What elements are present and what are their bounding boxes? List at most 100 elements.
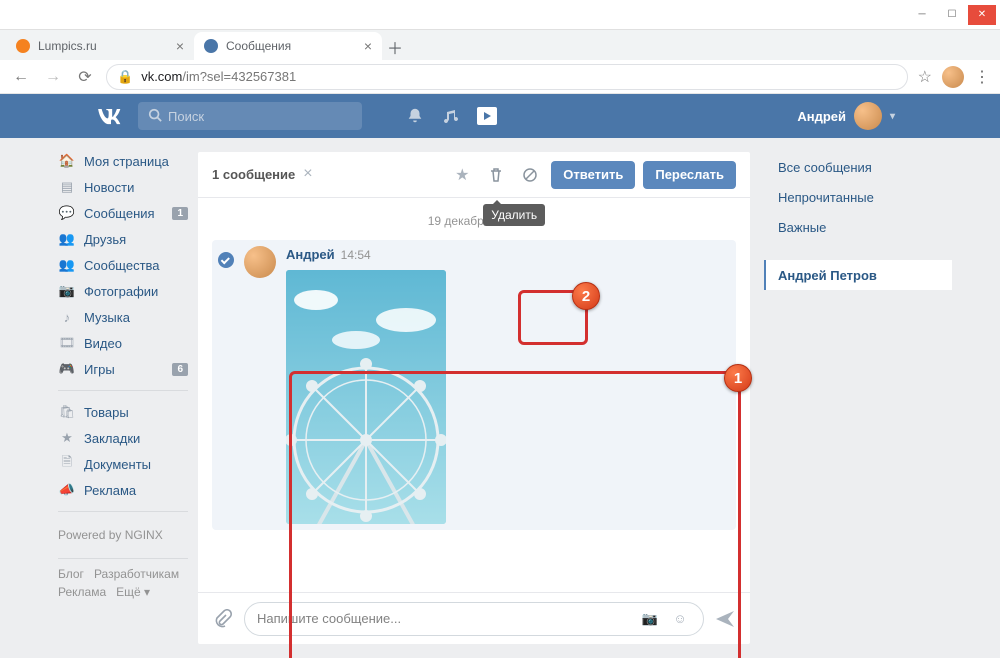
- avatar-icon: [854, 102, 882, 130]
- nav-item-bookmarks[interactable]: ★Закладки: [52, 425, 194, 451]
- emoji-icon[interactable]: ☺: [669, 608, 691, 630]
- footer-link[interactable]: Разработчикам: [94, 567, 179, 581]
- nav-label: Игры: [84, 362, 115, 377]
- annotation-marker-2: 2: [572, 282, 600, 310]
- vk-user-menu[interactable]: Андрей ▾: [797, 102, 900, 130]
- megaphone-icon: 📣: [58, 481, 76, 499]
- nav-item-messages[interactable]: 💬Сообщения1: [52, 200, 194, 226]
- community-icon: 👥: [58, 256, 76, 274]
- news-icon: ▤: [58, 178, 76, 196]
- nav-label: Музыка: [84, 310, 130, 325]
- nav-label: Товары: [84, 405, 129, 420]
- nav-item-friends[interactable]: 👥 Друзья: [52, 226, 194, 252]
- nav-item-my-page[interactable]: 🏠Моя страница: [52, 148, 194, 174]
- star-icon[interactable]: ☆: [918, 67, 932, 87]
- video-icon: 🎞: [58, 334, 76, 352]
- forward-button[interactable]: Переслать: [643, 161, 736, 189]
- filter-important[interactable]: Важные: [764, 212, 952, 242]
- favicon-icon: [16, 39, 30, 53]
- vk-header: Поиск Андрей ▾: [0, 94, 1000, 138]
- nav-label: Реклама: [84, 483, 136, 498]
- selected-checkmark-icon[interactable]: [218, 252, 234, 268]
- nav-item-communities[interactable]: 👥Сообщества: [52, 252, 194, 278]
- footer-link[interactable]: Блог: [58, 567, 84, 581]
- nav-label: Моя страница: [84, 154, 169, 169]
- filter-all[interactable]: Все сообщения: [764, 152, 952, 182]
- vk-search-input[interactable]: Поиск: [138, 102, 362, 130]
- nav-label: Видео: [84, 336, 122, 351]
- nav-item-docs[interactable]: 🗎 Документы: [52, 451, 194, 477]
- delete-action-icon[interactable]: Удалить: [483, 162, 509, 188]
- vk-logo-icon[interactable]: [96, 101, 126, 131]
- send-icon[interactable]: [714, 608, 736, 630]
- close-window-button[interactable]: ✕: [968, 5, 996, 25]
- nav-item-music[interactable]: ♪Музыка: [52, 304, 194, 330]
- browser-tab[interactable]: Сообщения ×: [194, 32, 382, 60]
- footer-link[interactable]: Реклама: [58, 585, 106, 599]
- play-button-icon[interactable]: [472, 101, 502, 131]
- forward-button[interactable]: →: [42, 66, 64, 88]
- address-bar[interactable]: 🔒 vk.com/im?sel=432567381: [106, 64, 908, 90]
- chat-body: 19 декабря 2018 Андрей14:54: [198, 198, 750, 592]
- notifications-icon[interactable]: [400, 101, 430, 131]
- right-column: Все сообщения Непрочитанные Важные Андре…: [764, 152, 952, 658]
- url-host: vk.com: [141, 69, 182, 84]
- delete-tooltip: Удалить: [483, 204, 545, 226]
- nav-label: Документы: [84, 457, 151, 472]
- new-tab-button[interactable]: ＋: [382, 34, 408, 60]
- nav-label: Новости: [84, 180, 134, 195]
- music-icon[interactable]: [436, 101, 466, 131]
- message-row[interactable]: Андрей 14:54: [212, 240, 736, 530]
- docs-icon: 🗎: [58, 455, 76, 473]
- maximize-button[interactable]: ☐: [938, 5, 966, 25]
- close-tab-icon[interactable]: ×: [176, 38, 184, 54]
- attached-image[interactable]: [286, 270, 446, 524]
- nav-label: Сообщения: [84, 206, 155, 221]
- lock-icon: 🔒: [117, 69, 133, 85]
- nav-label: Друзья: [84, 232, 126, 247]
- profile-avatar-icon[interactable]: [942, 66, 964, 88]
- market-icon: 🛍: [58, 403, 76, 421]
- nav-item-games[interactable]: 🎮 Игры 6: [52, 356, 194, 382]
- message-author[interactable]: Андрей: [286, 247, 335, 262]
- badge: 6: [172, 363, 188, 376]
- attach-icon[interactable]: [212, 608, 234, 630]
- spam-action-icon[interactable]: [517, 162, 543, 188]
- nav-label: Фотографии: [84, 284, 158, 299]
- compose-input[interactable]: Напишите сообщение... 📷 ☺: [244, 602, 704, 636]
- back-button[interactable]: ←: [10, 66, 32, 88]
- nav-item-video[interactable]: 🎞 Видео: [52, 330, 194, 356]
- clear-selection-icon[interactable]: ×: [303, 165, 312, 183]
- footer-links: Блог Разработчикам Реклама Ещё ▾: [52, 567, 194, 599]
- footer-link[interactable]: Ещё ▾: [116, 585, 150, 599]
- compose-bar: Напишите сообщение... 📷 ☺: [198, 592, 750, 644]
- selection-count: 1 сообщение: [212, 167, 295, 182]
- badge: 1: [172, 207, 188, 220]
- minimize-button[interactable]: ─: [908, 5, 936, 25]
- nav-item-market[interactable]: 🛍 Товары: [52, 399, 194, 425]
- menu-icon[interactable]: ⋮: [974, 67, 990, 87]
- tab-label: Сообщения: [226, 39, 291, 53]
- browser-tab[interactable]: Lumpics.ru ×: [6, 32, 194, 60]
- photo-icon[interactable]: 📷: [639, 608, 661, 630]
- friends-icon: 👥: [58, 230, 76, 248]
- filter-unread[interactable]: Непрочитанные: [764, 182, 952, 212]
- powered-by-text: Powered by NGINX: [52, 520, 194, 550]
- games-icon: 🎮: [58, 360, 76, 378]
- nav-item-photos[interactable]: 📷Фотографии: [52, 278, 194, 304]
- reload-button[interactable]: ⟳: [74, 66, 96, 88]
- nav-label: Закладки: [84, 431, 140, 446]
- search-placeholder: Поиск: [168, 109, 204, 124]
- nav-item-news[interactable]: ▤ Новости: [52, 174, 194, 200]
- nav-item-ads[interactable]: 📣 Реклама: [52, 477, 194, 503]
- browser-tabstrip: Lumpics.ru × Сообщения × ＋: [0, 30, 1000, 60]
- browser-toolbar: ← → ⟳ 🔒 vk.com/im?sel=432567381 ☆ ⋮: [0, 60, 1000, 94]
- message-time: 14:54: [341, 248, 371, 262]
- avatar-icon[interactable]: [244, 246, 276, 278]
- annotation-marker-1: 1: [724, 364, 752, 392]
- tab-label: Lumpics.ru: [38, 39, 97, 53]
- active-conversation[interactable]: Андрей Петров: [764, 260, 952, 290]
- reply-button[interactable]: Ответить: [551, 161, 635, 189]
- star-action-icon[interactable]: ★: [449, 162, 475, 188]
- close-tab-icon[interactable]: ×: [364, 38, 372, 54]
